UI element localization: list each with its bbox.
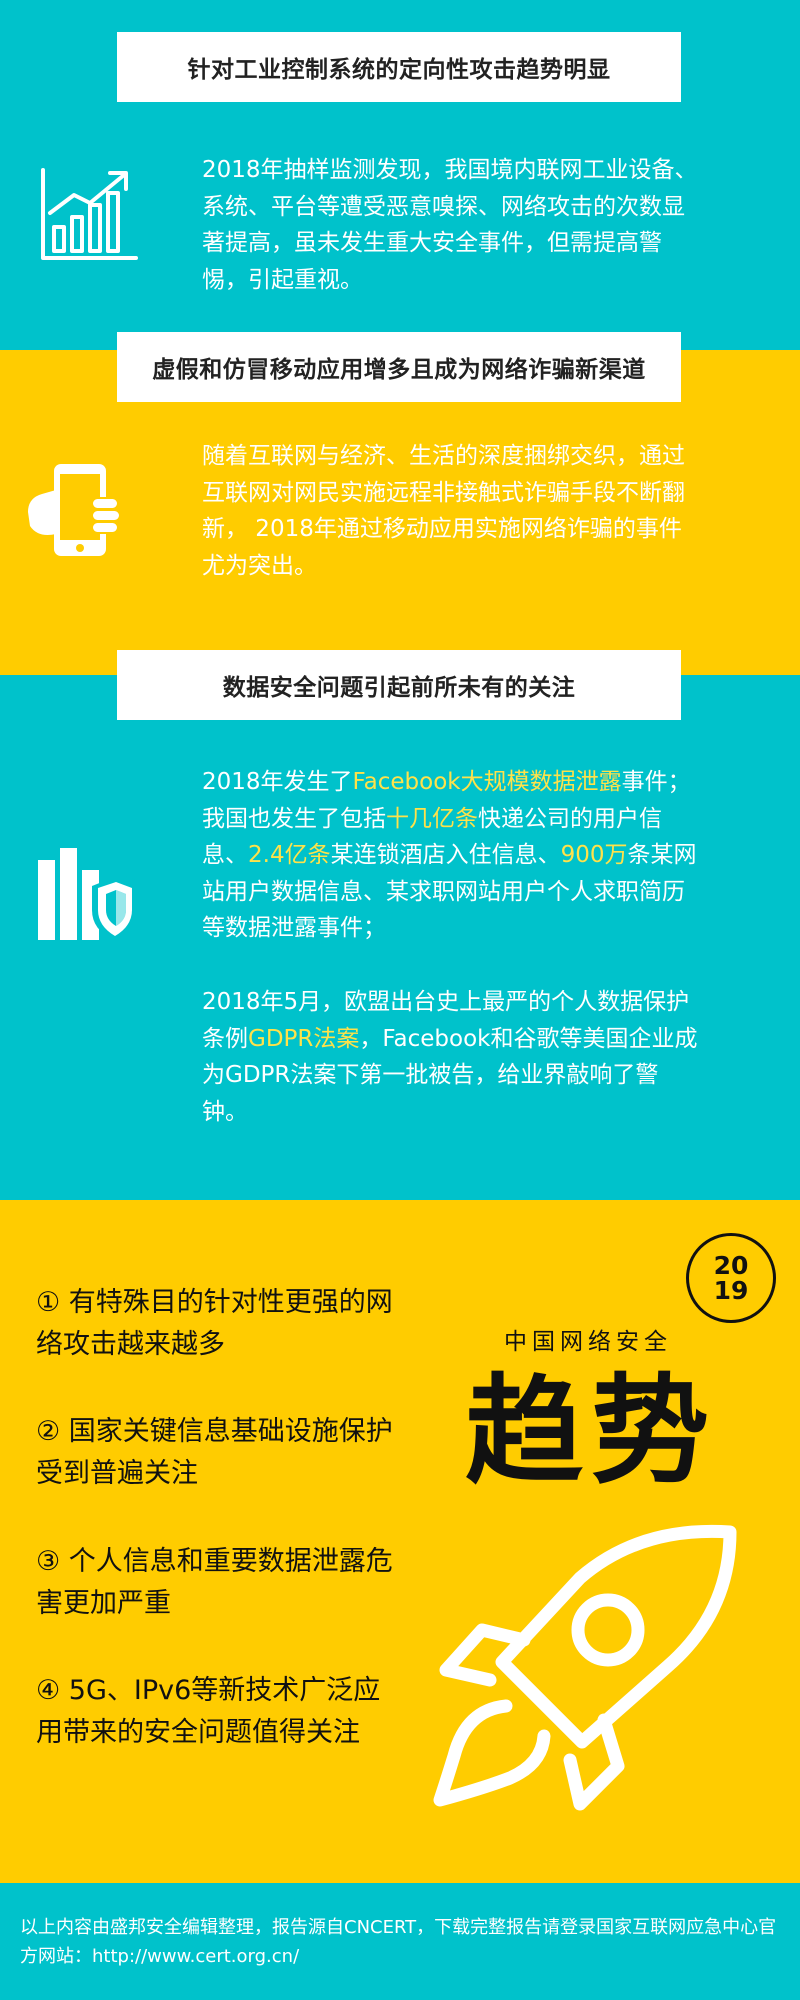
footer-text: 以上内容由盛邦安全编辑整理，报告源自CNCERT，下载完整报告请登录国家互联网应… [20,1917,777,1967]
section-data-security-body-2: 2018年5月，欧盟出台史上最严的个人数据保护条例GDPR法案，Facebook… [202,984,702,1130]
text-part: 某连锁酒店入住信息、 [330,842,561,868]
summary-subtitle: 中国网络安全 [504,1329,672,1355]
highlight-billions: 十几亿条 [386,805,478,832]
highlight-240m: 2.4亿条 [248,842,331,868]
chart-growth-icon [41,168,138,260]
trend-item-3: ③ 个人信息和重要数据泄露危害更加严重 [36,1546,393,1619]
year-badge: 20 19 [686,1233,776,1323]
highlight-facebook: Facebook大规模数据泄露 [352,769,622,795]
section-data-security-title: 数据安全问题引起前所未有的关注 [117,650,681,720]
section-mobile-title: 虚假和仿冒移动应用增多且成为网络诈骗新渠道 [117,332,681,402]
trend-item-1: ① 有特殊目的针对性更强的网络攻击越来越多 [36,1287,393,1360]
hand-phone-icon [28,464,121,556]
section-data-security-body-1: 2018年发生了Facebook大规模数据泄露事件；我国也发生了包括十几亿条快递… [202,764,702,947]
year-badge-bottom: 19 [713,1276,749,1305]
trend-item-4: ④ 5G、IPv6等新技术广泛应用带来的安全问题值得关注 [36,1675,381,1748]
section-industrial-title: 针对工业控制系统的定向性攻击趋势明显 [117,32,681,102]
section-mobile-body: 随着互联网与经济、生活的深度捆绑交织，通过互联网对网民实施远程非接触式诈骗手段不… [202,443,685,579]
footer: 以上内容由盛邦安全编辑整理，报告源自CNCERT，下载完整报告请登录国家互联网应… [0,1883,800,2000]
highlight-gdpr: GDPR法案 [248,1025,360,1052]
summary-big-title: 趋势 [464,1362,717,1500]
trend-item-2: ② 国家关键信息基础设施保护受到普遍关注 [36,1416,393,1489]
rocket-icon [433,1524,737,1811]
section-industrial-body: 2018年抽样监测发现，我国境内联网工业设备、系统、平台等遭受恶意嗅探、网络攻击… [202,157,698,293]
data-shield-icon [38,848,136,940]
highlight-9m: 900万 [560,842,628,868]
year-badge-top: 20 [713,1251,749,1280]
text-part: 2018年发生了 [202,769,353,795]
